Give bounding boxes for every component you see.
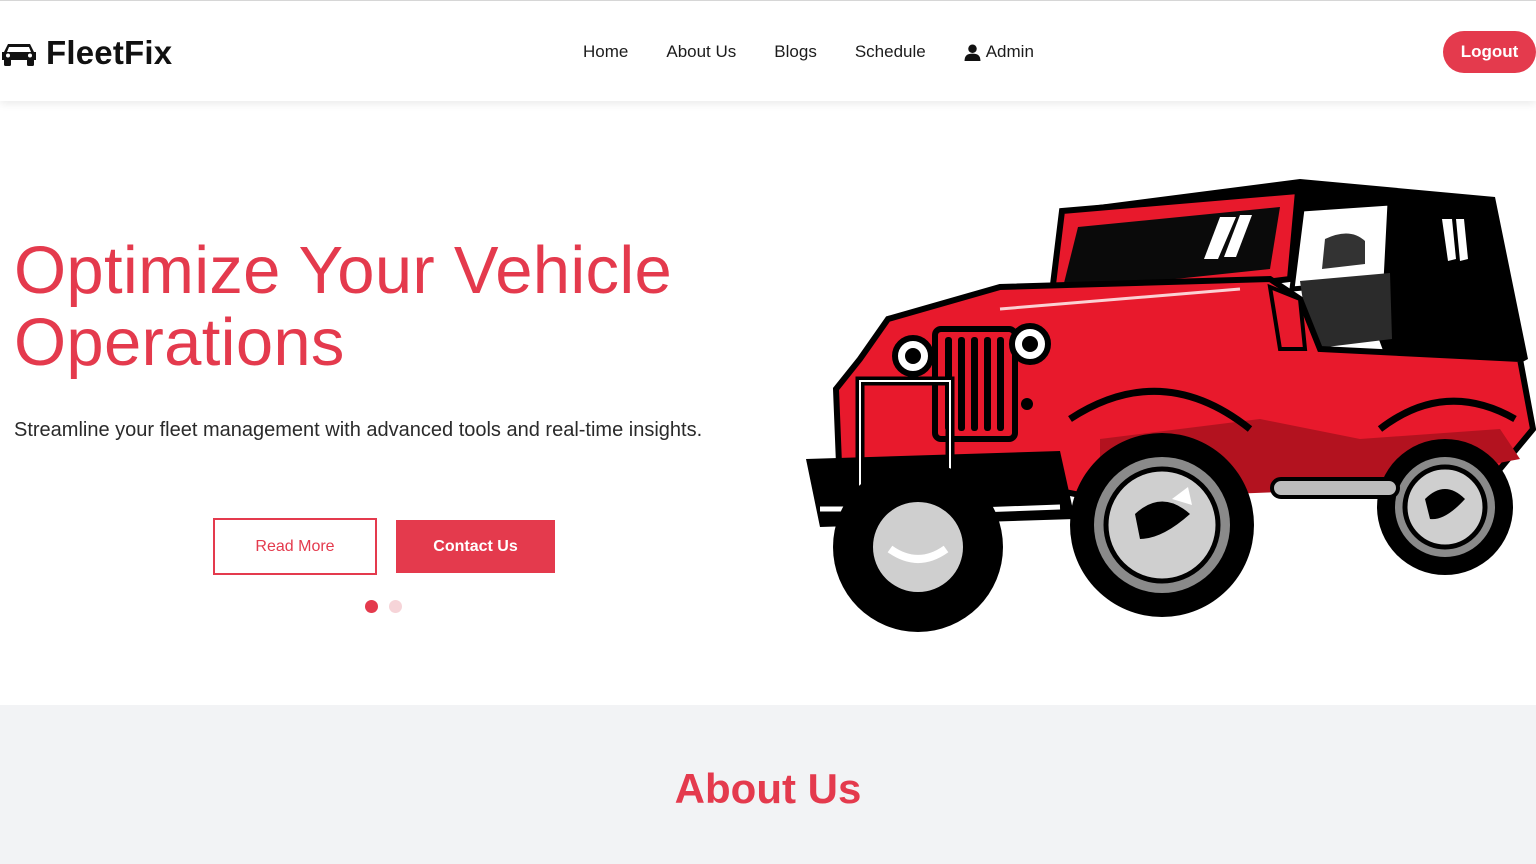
hero-title: Optimize Your Vehicle Operations [14, 233, 673, 380]
hero-subtitle: Streamline your fleet management with ad… [14, 419, 703, 441]
nav-link-home[interactable]: Home [583, 42, 628, 62]
about-title: About Us [674, 765, 862, 812]
jeep-illustration [806, 179, 1536, 632]
nav-link-about-us[interactable]: About Us [666, 42, 736, 62]
carousel-indicators [365, 600, 413, 613]
about-section: About Us [0, 705, 1536, 864]
navbar: FleetFix Home About Us Blogs Schedule Ad… [0, 0, 1536, 101]
contact-us-button[interactable]: Contact Us [396, 520, 555, 573]
main-nav: Home About Us Blogs Schedule Admin [583, 39, 1034, 65]
logout-button[interactable]: Logout [1443, 31, 1536, 73]
brand-logo[interactable]: FleetFix [0, 31, 172, 75]
carousel-dot-1[interactable] [365, 600, 378, 613]
nav-link-blogs[interactable]: Blogs [774, 42, 817, 62]
user-icon [964, 44, 981, 61]
car-icon [2, 44, 36, 66]
brand-name: FleetFix [46, 34, 173, 71]
hero-section: Optimize Your Vehicle Operations Streaml… [0, 101, 1536, 705]
carousel-dot-2[interactable] [389, 600, 402, 613]
read-more-button[interactable]: Read More [213, 518, 377, 575]
nav-link-schedule[interactable]: Schedule [855, 42, 926, 62]
admin-label: Admin [985, 42, 1034, 61]
nav-link-admin[interactable]: Admin [964, 42, 1034, 62]
